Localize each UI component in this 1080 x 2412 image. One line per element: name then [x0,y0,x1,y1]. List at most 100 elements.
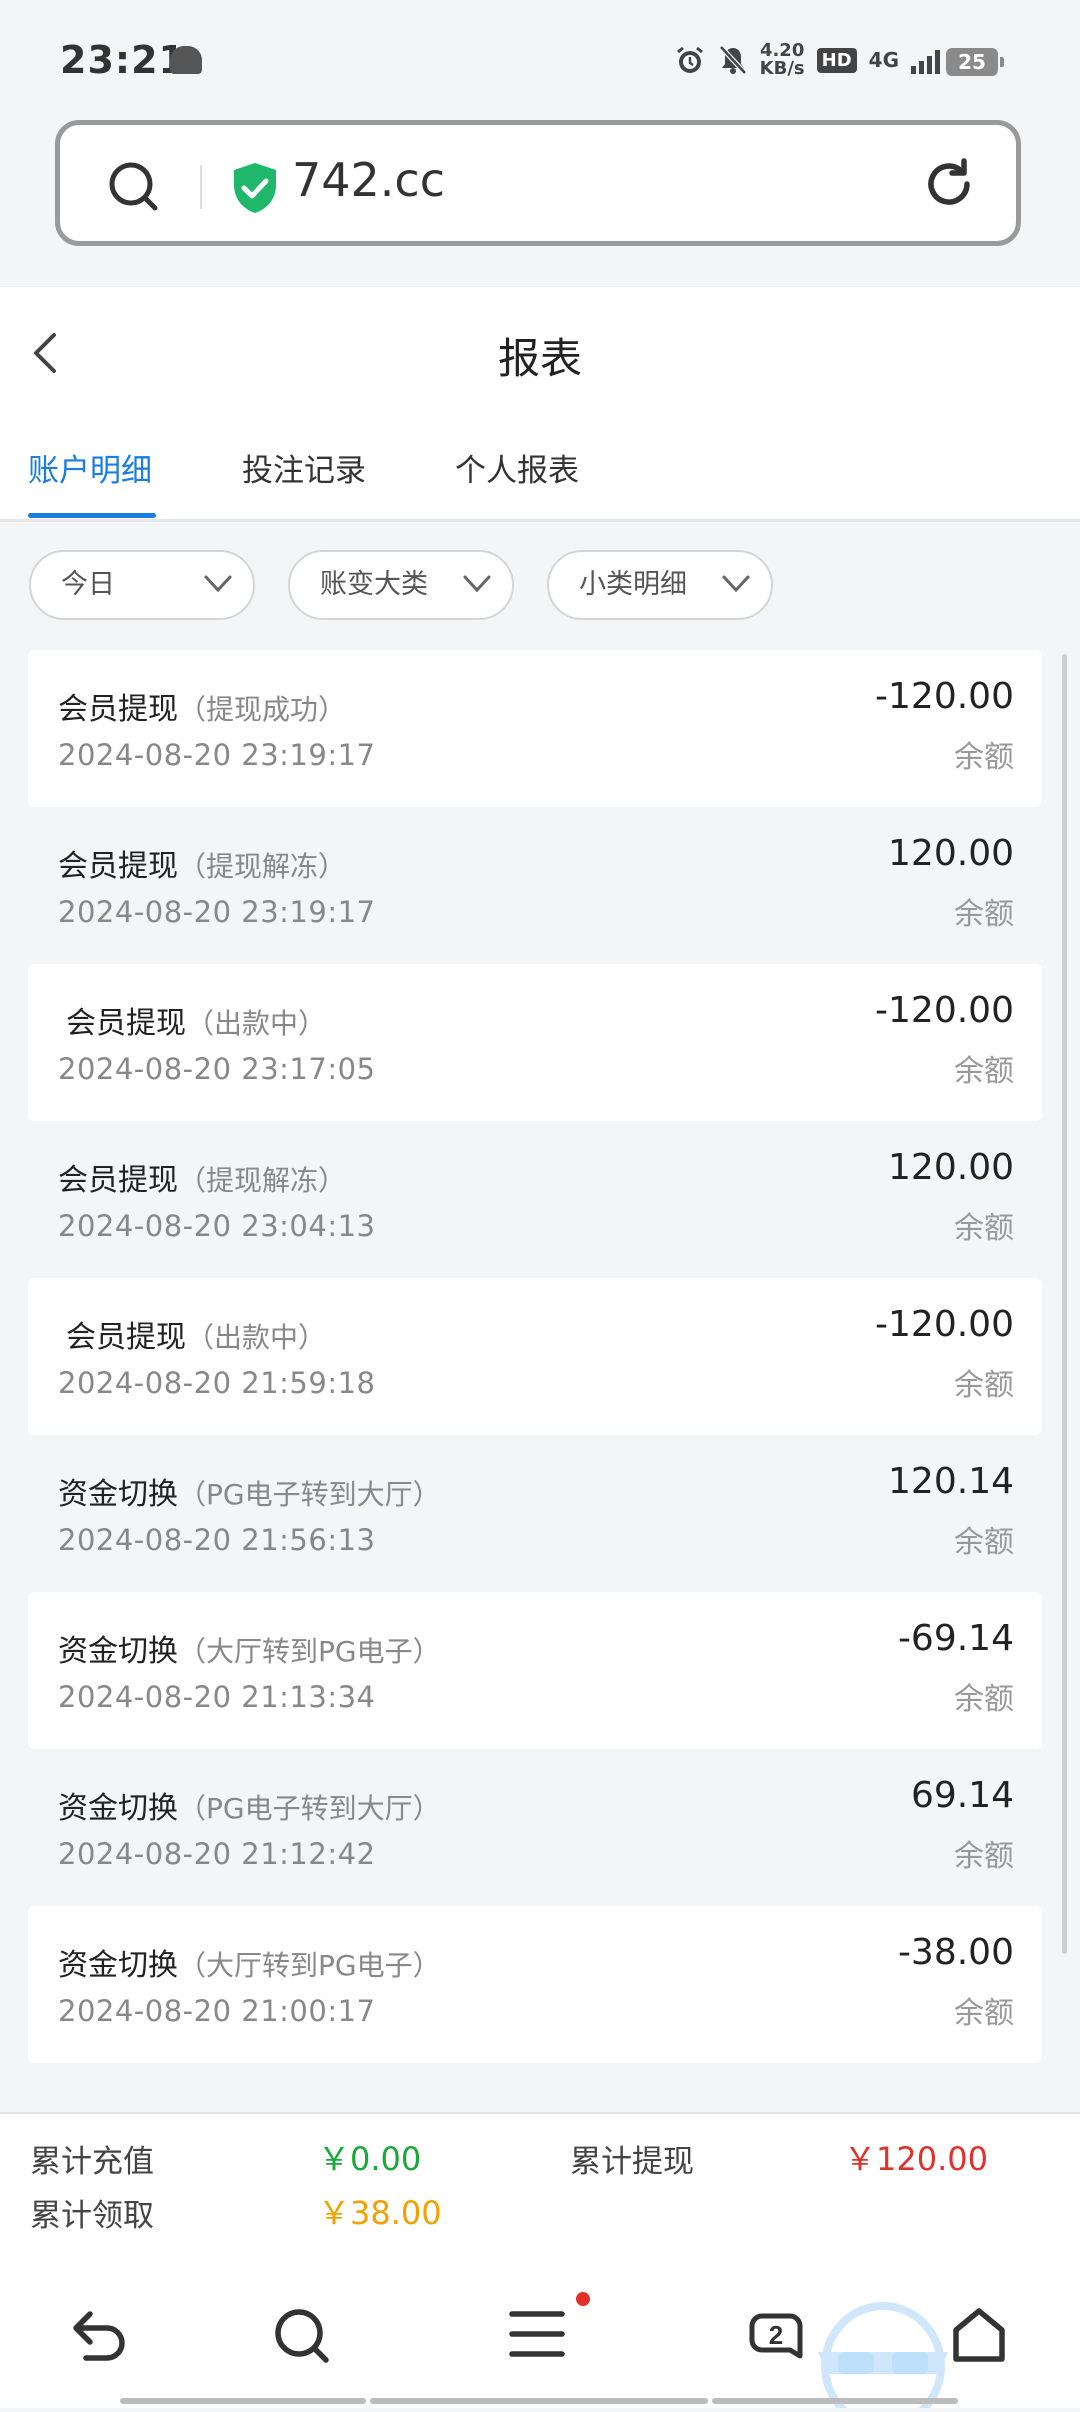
android-notification-icon [170,46,202,74]
chevron-down-icon [463,575,491,593]
status-icons: 4.20 KB/s HD 4G [674,42,940,78]
transaction-name: 会员提现 [66,1320,186,1355]
list-scrollbar[interactable] [1062,654,1067,1954]
transaction-amount: -120.00 [875,676,1014,717]
balance-label: 余额 [954,1054,1014,1089]
transaction-type: 资金切换（大厅转到PG电子） [58,1940,441,1984]
net-speed: 4.20 KB/s [760,42,805,78]
balance-label: 余额 [954,1996,1014,2031]
battery-icon: 25 [946,48,1004,76]
transaction-amount: -120.00 [875,1304,1014,1345]
chevron-down-icon [204,575,232,593]
page-header: 报表 [0,286,1080,418]
url-text[interactable]: 742.cc [292,153,445,207]
tab-bet-records[interactable]: 投注记录 [242,445,366,490]
address-bar[interactable]: 742.cc [55,120,1021,246]
gesture-bar-right [712,2398,958,2404]
page-title: 报表 [497,334,582,383]
reload-icon[interactable] [922,157,976,211]
tab-personal-report[interactable]: 个人报表 [455,445,579,490]
transaction-time: 2024-08-20 23:19:17 [58,895,376,929]
hd-badge: HD [816,47,857,73]
total-recharge-label: 累计充值 [30,2144,154,2180]
home-icon[interactable] [950,2306,1008,2364]
gesture-bar-left [120,2398,366,2404]
date-filter-label: 今日 [61,569,115,600]
tab-account-detail[interactable]: 账户明细 [28,445,152,490]
transaction-type: 资金切换（大厅转到PG电子） [58,1626,441,1670]
status-bar: 23:21 4.20 KB/s HD 4G 25 [0,0,1080,120]
total-claim-value: ￥38.00 [318,2194,442,2232]
search-icon[interactable] [106,159,162,215]
balance-label: 余额 [954,1839,1014,1874]
gesture-bar-center [370,2398,708,2404]
transaction-row[interactable]: 会员提现（提现解冻） 2024-08-20 23:04:13 120.00 余额 [28,1121,1042,1278]
total-withdraw-value: ￥120.00 [844,2140,988,2178]
transaction-amount: 120.00 [888,833,1014,874]
transaction-detail: （大厅转到PG电子） [178,1635,441,1668]
transaction-time: 2024-08-20 21:12:42 [58,1837,376,1871]
transaction-amount: -120.00 [875,990,1014,1031]
balance-label: 余额 [954,1682,1014,1717]
transaction-row[interactable]: 资金切换（大厅转到PG电子） 2024-08-20 21:00:17 -38.0… [28,1906,1042,2063]
alarm-icon [676,46,703,73]
transaction-name: 会员提现 [66,1006,186,1041]
transaction-row[interactable]: 资金切换（大厅转到PG电子） 2024-08-20 21:13:34 -69.1… [28,1592,1042,1749]
transaction-name: 会员提现 [58,849,178,884]
transaction-row[interactable]: 资金切换（PG电子转到大厅） 2024-08-20 21:56:13 120.1… [28,1435,1042,1592]
mascot-decoration [818,2296,948,2412]
date-filter-dropdown[interactable]: 今日 [29,550,255,620]
menu-notification-dot [576,2292,590,2306]
transaction-type: 资金切换（PG电子转到大厅） [58,1469,441,1513]
back-icon[interactable] [68,2306,134,2366]
transaction-name: 资金切换 [58,1791,178,1826]
tabs-icon[interactable]: 2 [746,2306,806,2368]
total-recharge-value: ￥0.00 [318,2140,422,2178]
transaction-detail: （大厅转到PG电子） [178,1949,441,1982]
network-type: 4G [868,48,899,72]
transaction-name: 会员提现 [58,692,178,727]
transaction-amount: 120.14 [888,1461,1014,1502]
transaction-detail: （提现解冻） [178,1164,347,1197]
transaction-amount: -38.00 [897,1932,1014,1973]
transaction-time: 2024-08-20 23:19:17 [58,738,376,772]
transaction-row[interactable]: 会员提现（出款中） 2024-08-20 23:17:05 -120.00 余额 [28,964,1042,1121]
category-filter-label: 账变大类 [320,569,428,600]
subcategory-filter-dropdown[interactable]: 小类明细 [547,550,773,620]
search-icon[interactable] [272,2306,332,2366]
transaction-detail: （出款中） [186,1321,327,1354]
subcategory-filter-label: 小类明细 [579,569,687,600]
active-tab-indicator [28,513,156,518]
tabs-count: 2 [769,2320,783,2350]
transaction-name: 资金切换 [58,1948,178,1983]
transaction-time: 2024-08-20 23:17:05 [58,1052,376,1086]
transaction-detail: （出款中） [186,1007,327,1040]
balance-label: 余额 [954,897,1014,932]
status-time: 23:21 [60,38,186,82]
transaction-amount: 69.14 [910,1775,1014,1816]
transaction-type: 会员提现（出款中） [66,1312,326,1356]
transaction-row[interactable]: 资金切换（PG电子转到大厅） 2024-08-20 21:12:42 69.14… [28,1749,1042,1906]
transaction-detail: （PG电子转到大厅） [178,1792,441,1825]
transaction-type: 资金切换（PG电子转到大厅） [58,1783,441,1827]
transaction-type: 会员提现（提现解冻） [58,1155,346,1199]
transaction-name: 会员提现 [58,1163,178,1198]
filter-bar: 今日 账变大类 小类明细 [0,550,1080,622]
transaction-detail: （提现解冻） [178,850,347,883]
chevron-down-icon [722,575,750,593]
transaction-row[interactable]: 会员提现（提现解冻） 2024-08-20 23:19:17 120.00 余额 [28,807,1042,964]
transaction-row[interactable]: 会员提现（提现成功） 2024-08-20 23:19:17 -120.00 余… [28,650,1042,807]
transaction-list: 会员提现（提现成功） 2024-08-20 23:19:17 -120.00 余… [28,650,1042,2063]
transaction-time: 2024-08-20 21:56:13 [58,1523,376,1557]
report-tabs: 账户明细 投注记录 个人报表 [0,417,1080,522]
secure-shield-icon [234,163,276,213]
browser-nav-bar: 2 [0,2260,1080,2412]
signal-icon [911,46,940,74]
balance-label: 余额 [954,1211,1014,1246]
transaction-time: 2024-08-20 21:00:17 [58,1994,376,2028]
transaction-detail: （PG电子转到大厅） [178,1478,441,1511]
category-filter-dropdown[interactable]: 账变大类 [288,550,514,620]
balance-label: 余额 [954,1368,1014,1403]
menu-icon[interactable] [508,2306,566,2362]
transaction-row[interactable]: 会员提现（出款中） 2024-08-20 21:59:18 -120.00 余额 [28,1278,1042,1435]
